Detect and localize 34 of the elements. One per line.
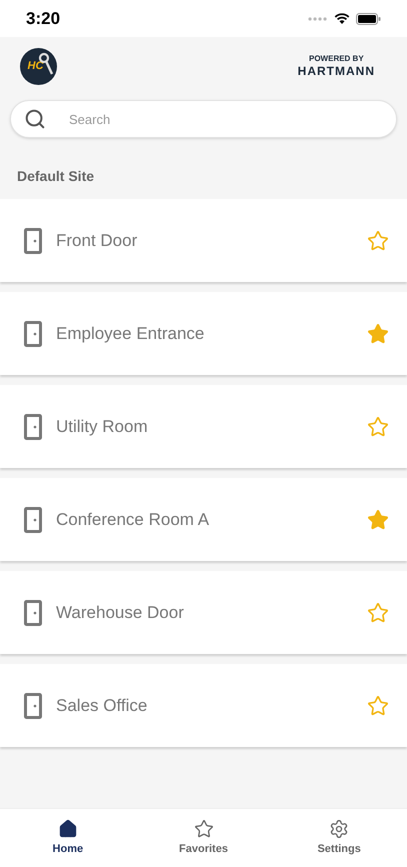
star-icon (194, 819, 214, 839)
signal-icon (308, 16, 328, 20)
brand-logo-text: HARTMANN (298, 65, 375, 77)
door-icon (24, 320, 42, 346)
favorite-star-icon[interactable] (367, 694, 389, 716)
favorite-star-icon[interactable] (367, 230, 389, 252)
status-time: 3:20 (26, 8, 60, 30)
door-list-item[interactable]: Utility Room (0, 385, 407, 468)
favorite-star-icon[interactable] (367, 416, 389, 438)
door-icon (24, 506, 42, 532)
door-list-item[interactable]: Employee Entrance (0, 292, 407, 375)
tab-bar-item[interactable]: Home (0, 809, 136, 867)
tab-bar-item[interactable]: Settings (271, 809, 407, 867)
favorite-star-icon[interactable] (367, 322, 389, 344)
battery-icon (356, 12, 381, 24)
home-icon (58, 819, 78, 839)
wifi-icon (334, 12, 350, 24)
door-list-item[interactable]: Front Door (0, 199, 407, 282)
search-field[interactable]: Search (10, 100, 397, 138)
door-list-item[interactable]: Sales Office (0, 664, 407, 747)
app-logo: HC (20, 48, 57, 84)
powered-by-text: POWERED BY (309, 55, 364, 63)
door-list-item[interactable]: Conference Room A (0, 478, 407, 561)
door-icon (24, 414, 42, 440)
tab-bar-item[interactable]: Favorites (136, 809, 272, 867)
section-title: Default Site (17, 167, 94, 186)
door-icon (24, 600, 42, 626)
door-list-item[interactable]: Warehouse Door (0, 571, 407, 654)
settings-icon (329, 819, 350, 839)
door-icon (24, 228, 42, 254)
favorite-star-icon[interactable] (367, 508, 389, 530)
favorite-star-icon[interactable] (367, 602, 389, 624)
search-icon (24, 108, 46, 130)
door-icon (24, 692, 42, 718)
